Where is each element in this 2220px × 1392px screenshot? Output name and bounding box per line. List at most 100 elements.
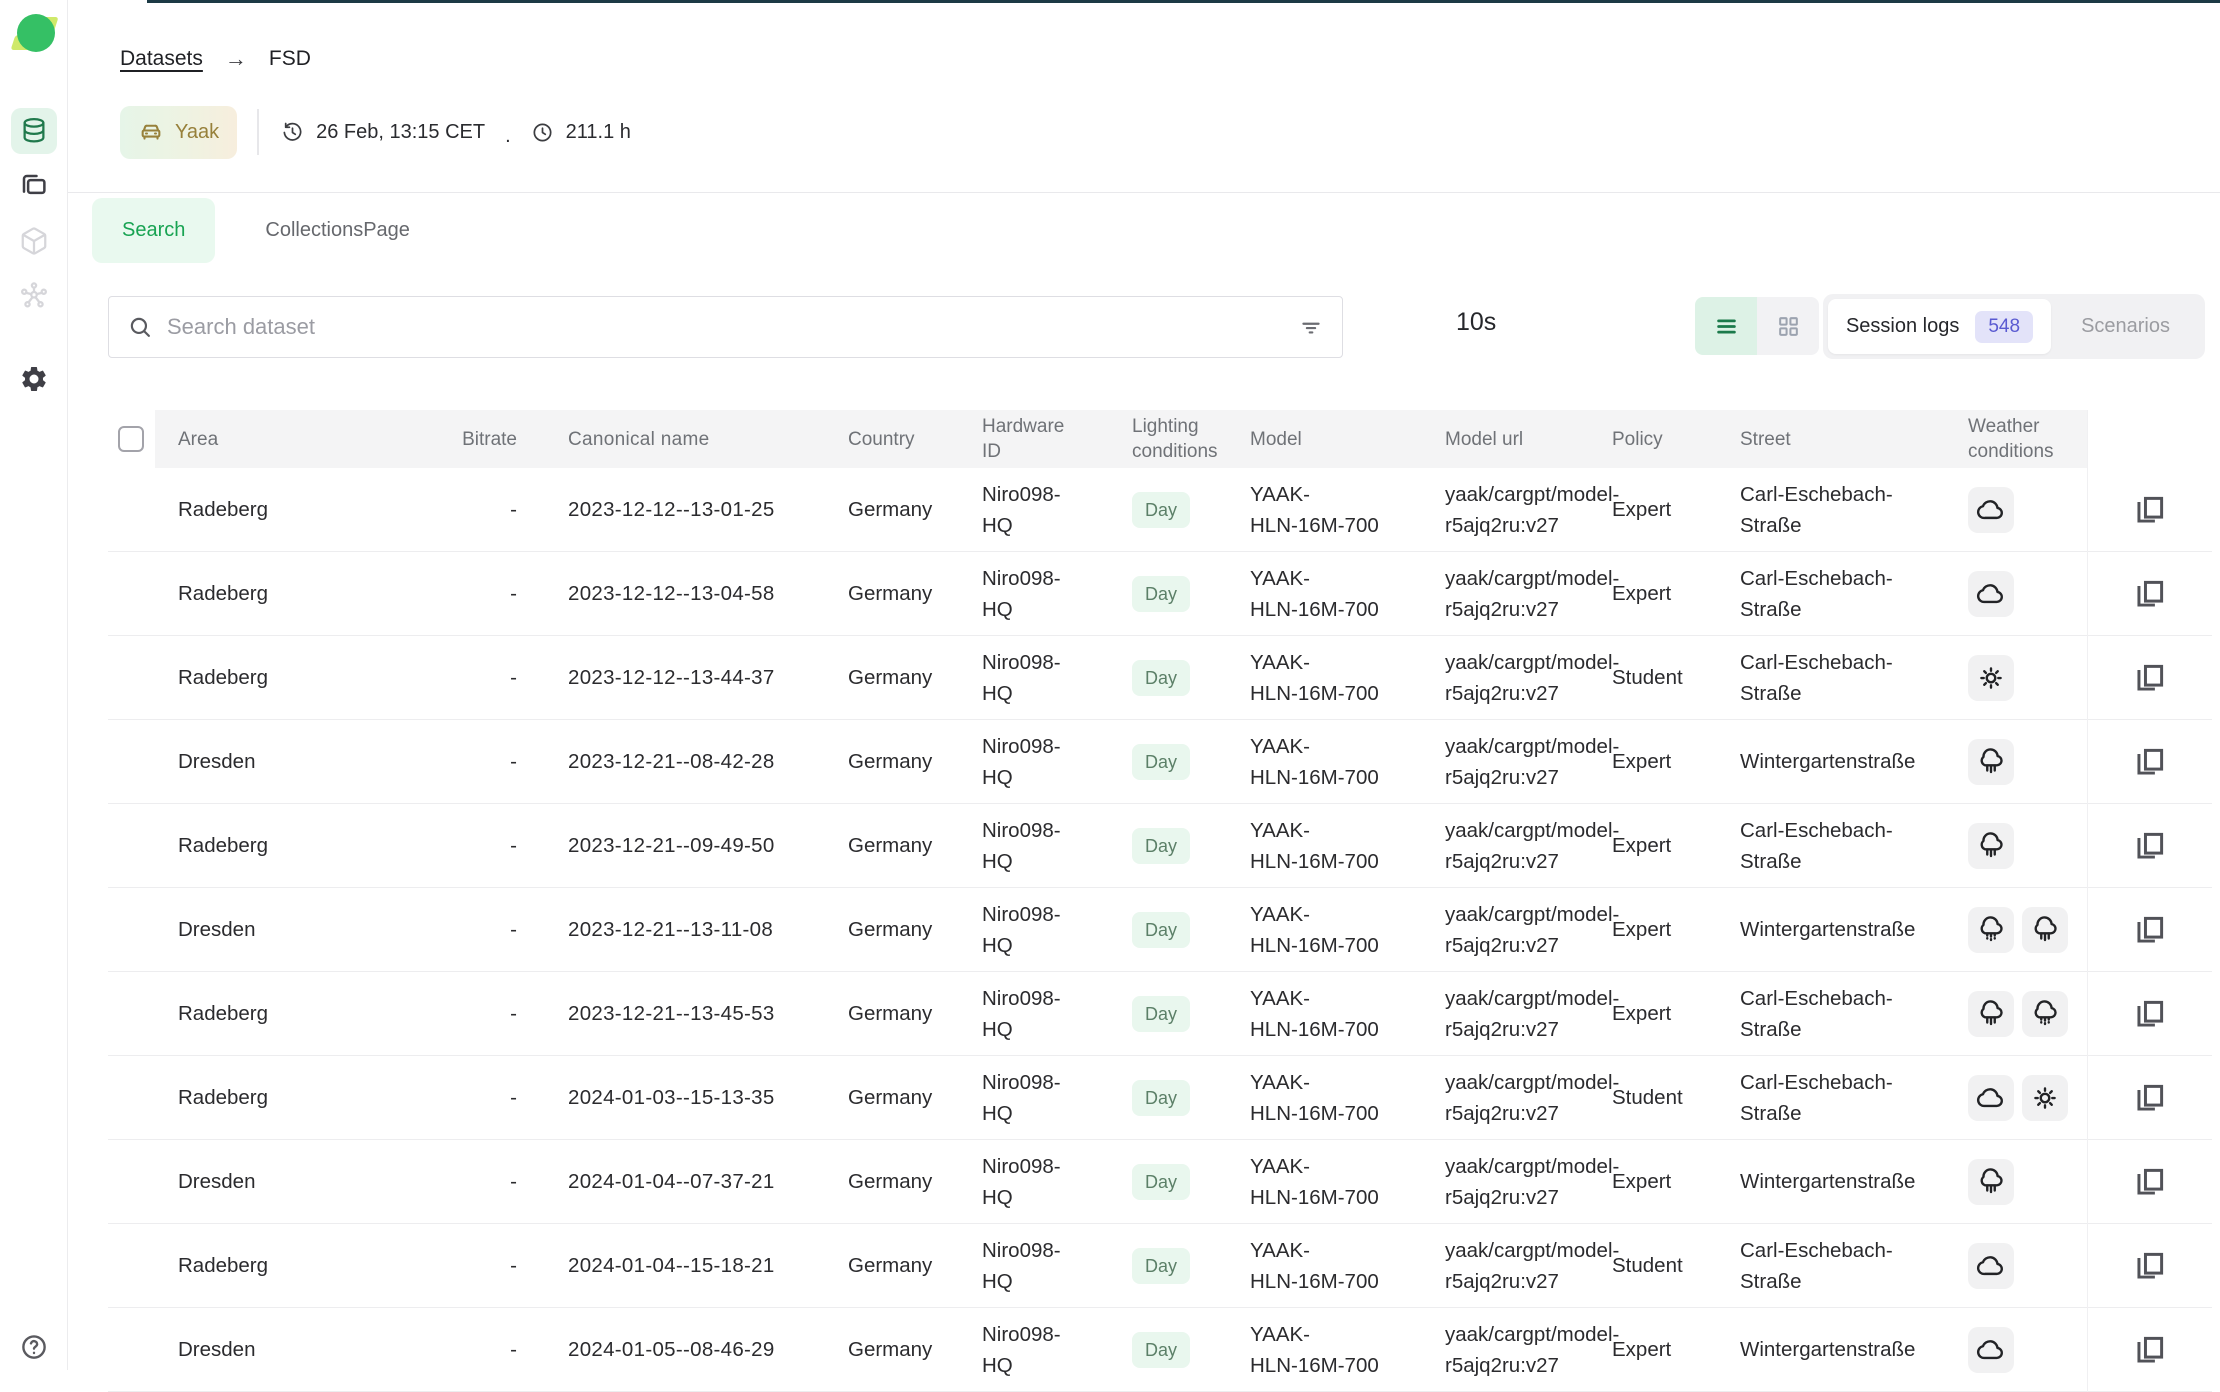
table-row[interactable]: Dresden - 2023-12-21--08-42-28 Germany N… [108, 720, 2212, 804]
copy-icon [2133, 1333, 2167, 1367]
copy-row-button[interactable] [2128, 572, 2172, 616]
lighting-badge: Day [1132, 912, 1190, 948]
help-button[interactable] [19, 1332, 49, 1362]
cell-model-url: yaak/cargpt/model-r5ajq2ru:v27 [1445, 1067, 1612, 1129]
cell-bitrate: - [388, 662, 525, 693]
copy-row-button[interactable] [2128, 488, 2172, 532]
cell-actions [2087, 656, 2212, 700]
cell-weather-conditions [1968, 655, 2087, 701]
copy-row-button[interactable] [2128, 1160, 2172, 1204]
cell-weather-conditions [1968, 1327, 2087, 1373]
sidebar-item-packages[interactable] [11, 218, 57, 264]
lighting-badge: Day [1132, 1248, 1190, 1284]
copy-row-button[interactable] [2128, 992, 2172, 1036]
copy-row-button[interactable] [2128, 656, 2172, 700]
cell-canonical-name: 2023-12-12--13-04-58 [525, 578, 848, 609]
search-icon [127, 314, 153, 340]
recorded-at-value: 26 Feb, 13:15 CET [316, 121, 485, 144]
table-row[interactable]: Dresden - 2024-01-04--07-37-21 Germany N… [108, 1140, 2212, 1224]
breadcrumb-datasets-link[interactable]: Datasets [120, 47, 203, 71]
cell-area: Dresden [178, 1334, 388, 1365]
table-header-row: Area Bitrate Canonical name Country Hard… [108, 410, 2212, 468]
cell-street: Carl-Eschebach-Straße [1740, 815, 1968, 877]
filter-button[interactable] [1294, 310, 1328, 344]
cell-canonical-name: 2024-01-05--08-46-29 [525, 1334, 848, 1365]
cell-model: YAAK- HLN-16M-700 [1250, 815, 1445, 877]
search-box [108, 296, 1343, 358]
sidebar-item-collections[interactable] [11, 163, 57, 209]
table-row[interactable]: Radeberg - 2023-12-12--13-04-58 Germany … [108, 552, 2212, 636]
cell-policy: Expert [1612, 578, 1740, 609]
table-row[interactable]: Radeberg - 2023-12-21--13-45-53 Germany … [108, 972, 2212, 1056]
cell-bitrate: - [388, 830, 525, 861]
cell-policy: Expert [1612, 1334, 1740, 1365]
cell-canonical-name: 2024-01-03--15-13-35 [525, 1082, 848, 1113]
cell-model-url: yaak/cargpt/model-r5ajq2ru:v27 [1445, 899, 1612, 961]
copy-icon [2133, 913, 2167, 947]
table-row[interactable]: Radeberg - 2023-12-21--09-49-50 Germany … [108, 804, 2212, 888]
toolbar: 10s Session logs 548 Scenarios [68, 294, 2220, 360]
tab-bar: Search CollectionsPage [92, 198, 414, 263]
cell-country: Germany [848, 746, 982, 777]
cell-area: Radeberg [178, 1250, 388, 1281]
sun-icon [2022, 1075, 2068, 1121]
sidebar-item-datasets[interactable] [11, 108, 57, 154]
cell-hardware-id: Niro098-HQ [982, 1235, 1132, 1297]
cell-street: Wintergartenstraße [1740, 1166, 1968, 1197]
copy-icon [2133, 661, 2167, 695]
cell-model: YAAK- HLN-16M-700 [1250, 1235, 1445, 1297]
cell-bitrate: - [388, 1334, 525, 1365]
table-row[interactable]: Dresden - 2023-12-21--13-11-08 Germany N… [108, 888, 2212, 972]
cell-hardware-id: Niro098-HQ [982, 1067, 1132, 1129]
copy-icon [2133, 577, 2167, 611]
cell-policy: Expert [1612, 998, 1740, 1029]
list-icon [1713, 313, 1740, 340]
divider [68, 192, 2220, 193]
sidebar-item-graph[interactable] [11, 273, 57, 319]
select-all-checkbox[interactable] [118, 426, 144, 452]
search-input[interactable] [153, 314, 1294, 340]
copy-row-button[interactable] [2128, 824, 2172, 868]
cell-bitrate: - [388, 1250, 525, 1281]
table-row[interactable]: Dresden - 2024-01-05--08-46-29 Germany N… [108, 1308, 2212, 1392]
copy-row-button[interactable] [2128, 1244, 2172, 1288]
app-logo[interactable] [10, 12, 58, 56]
copy-row-button[interactable] [2128, 740, 2172, 784]
cell-model: YAAK- HLN-16M-700 [1250, 1067, 1445, 1129]
table-row[interactable]: Radeberg - 2024-01-03--15-13-35 Germany … [108, 1056, 2212, 1140]
tab-collectionspage[interactable]: CollectionsPage [261, 198, 414, 263]
table-row[interactable]: Radeberg - 2023-12-12--13-44-37 Germany … [108, 636, 2212, 720]
copy-row-button[interactable] [2128, 1328, 2172, 1372]
lighting-badge: Day [1132, 744, 1190, 780]
cell-model-url: yaak/cargpt/model-r5ajq2ru:v27 [1445, 731, 1612, 793]
cell-policy: Expert [1612, 830, 1740, 861]
session-logs-segment[interactable]: Session logs 548 [1828, 299, 2051, 354]
tab-search[interactable]: Search [92, 198, 215, 263]
copy-row-button[interactable] [2128, 1076, 2172, 1120]
grid-view-button[interactable] [1757, 297, 1819, 355]
cell-lighting: Day [1132, 1080, 1250, 1116]
cell-area: Radeberg [178, 830, 388, 861]
cell-canonical-name: 2023-12-21--13-45-53 [525, 998, 848, 1029]
copy-row-button[interactable] [2128, 908, 2172, 952]
cell-street: Carl-Eschebach-Straße [1740, 479, 1968, 541]
vehicle-badge[interactable]: Yaak [120, 106, 237, 159]
copy-icon [2133, 745, 2167, 779]
cloud-icon [1968, 1075, 2014, 1121]
car-icon [138, 119, 164, 145]
cell-actions [2087, 1328, 2212, 1372]
grid-icon [1775, 313, 1802, 340]
table-row[interactable]: Radeberg - 2023-12-12--13-01-25 Germany … [108, 468, 2212, 552]
cell-canonical-name: 2024-01-04--07-37-21 [525, 1166, 848, 1197]
cell-hardware-id: Niro098-HQ [982, 815, 1132, 877]
clip-length-control[interactable]: 10s [1456, 308, 1496, 337]
dataset-meta-row: Yaak 26 Feb, 13:15 CET . 211.1 h [120, 104, 631, 160]
cell-policy: Student [1612, 1250, 1740, 1281]
list-view-button[interactable] [1695, 297, 1757, 355]
scenarios-segment[interactable]: Scenarios [2051, 315, 2200, 338]
lighting-badge: Day [1132, 660, 1190, 696]
sidebar-item-settings[interactable] [11, 356, 57, 402]
cell-hardware-id: Niro098-HQ [982, 731, 1132, 793]
clock-refresh-icon [281, 121, 304, 144]
table-row[interactable]: Radeberg - 2024-01-04--15-18-21 Germany … [108, 1224, 2212, 1308]
